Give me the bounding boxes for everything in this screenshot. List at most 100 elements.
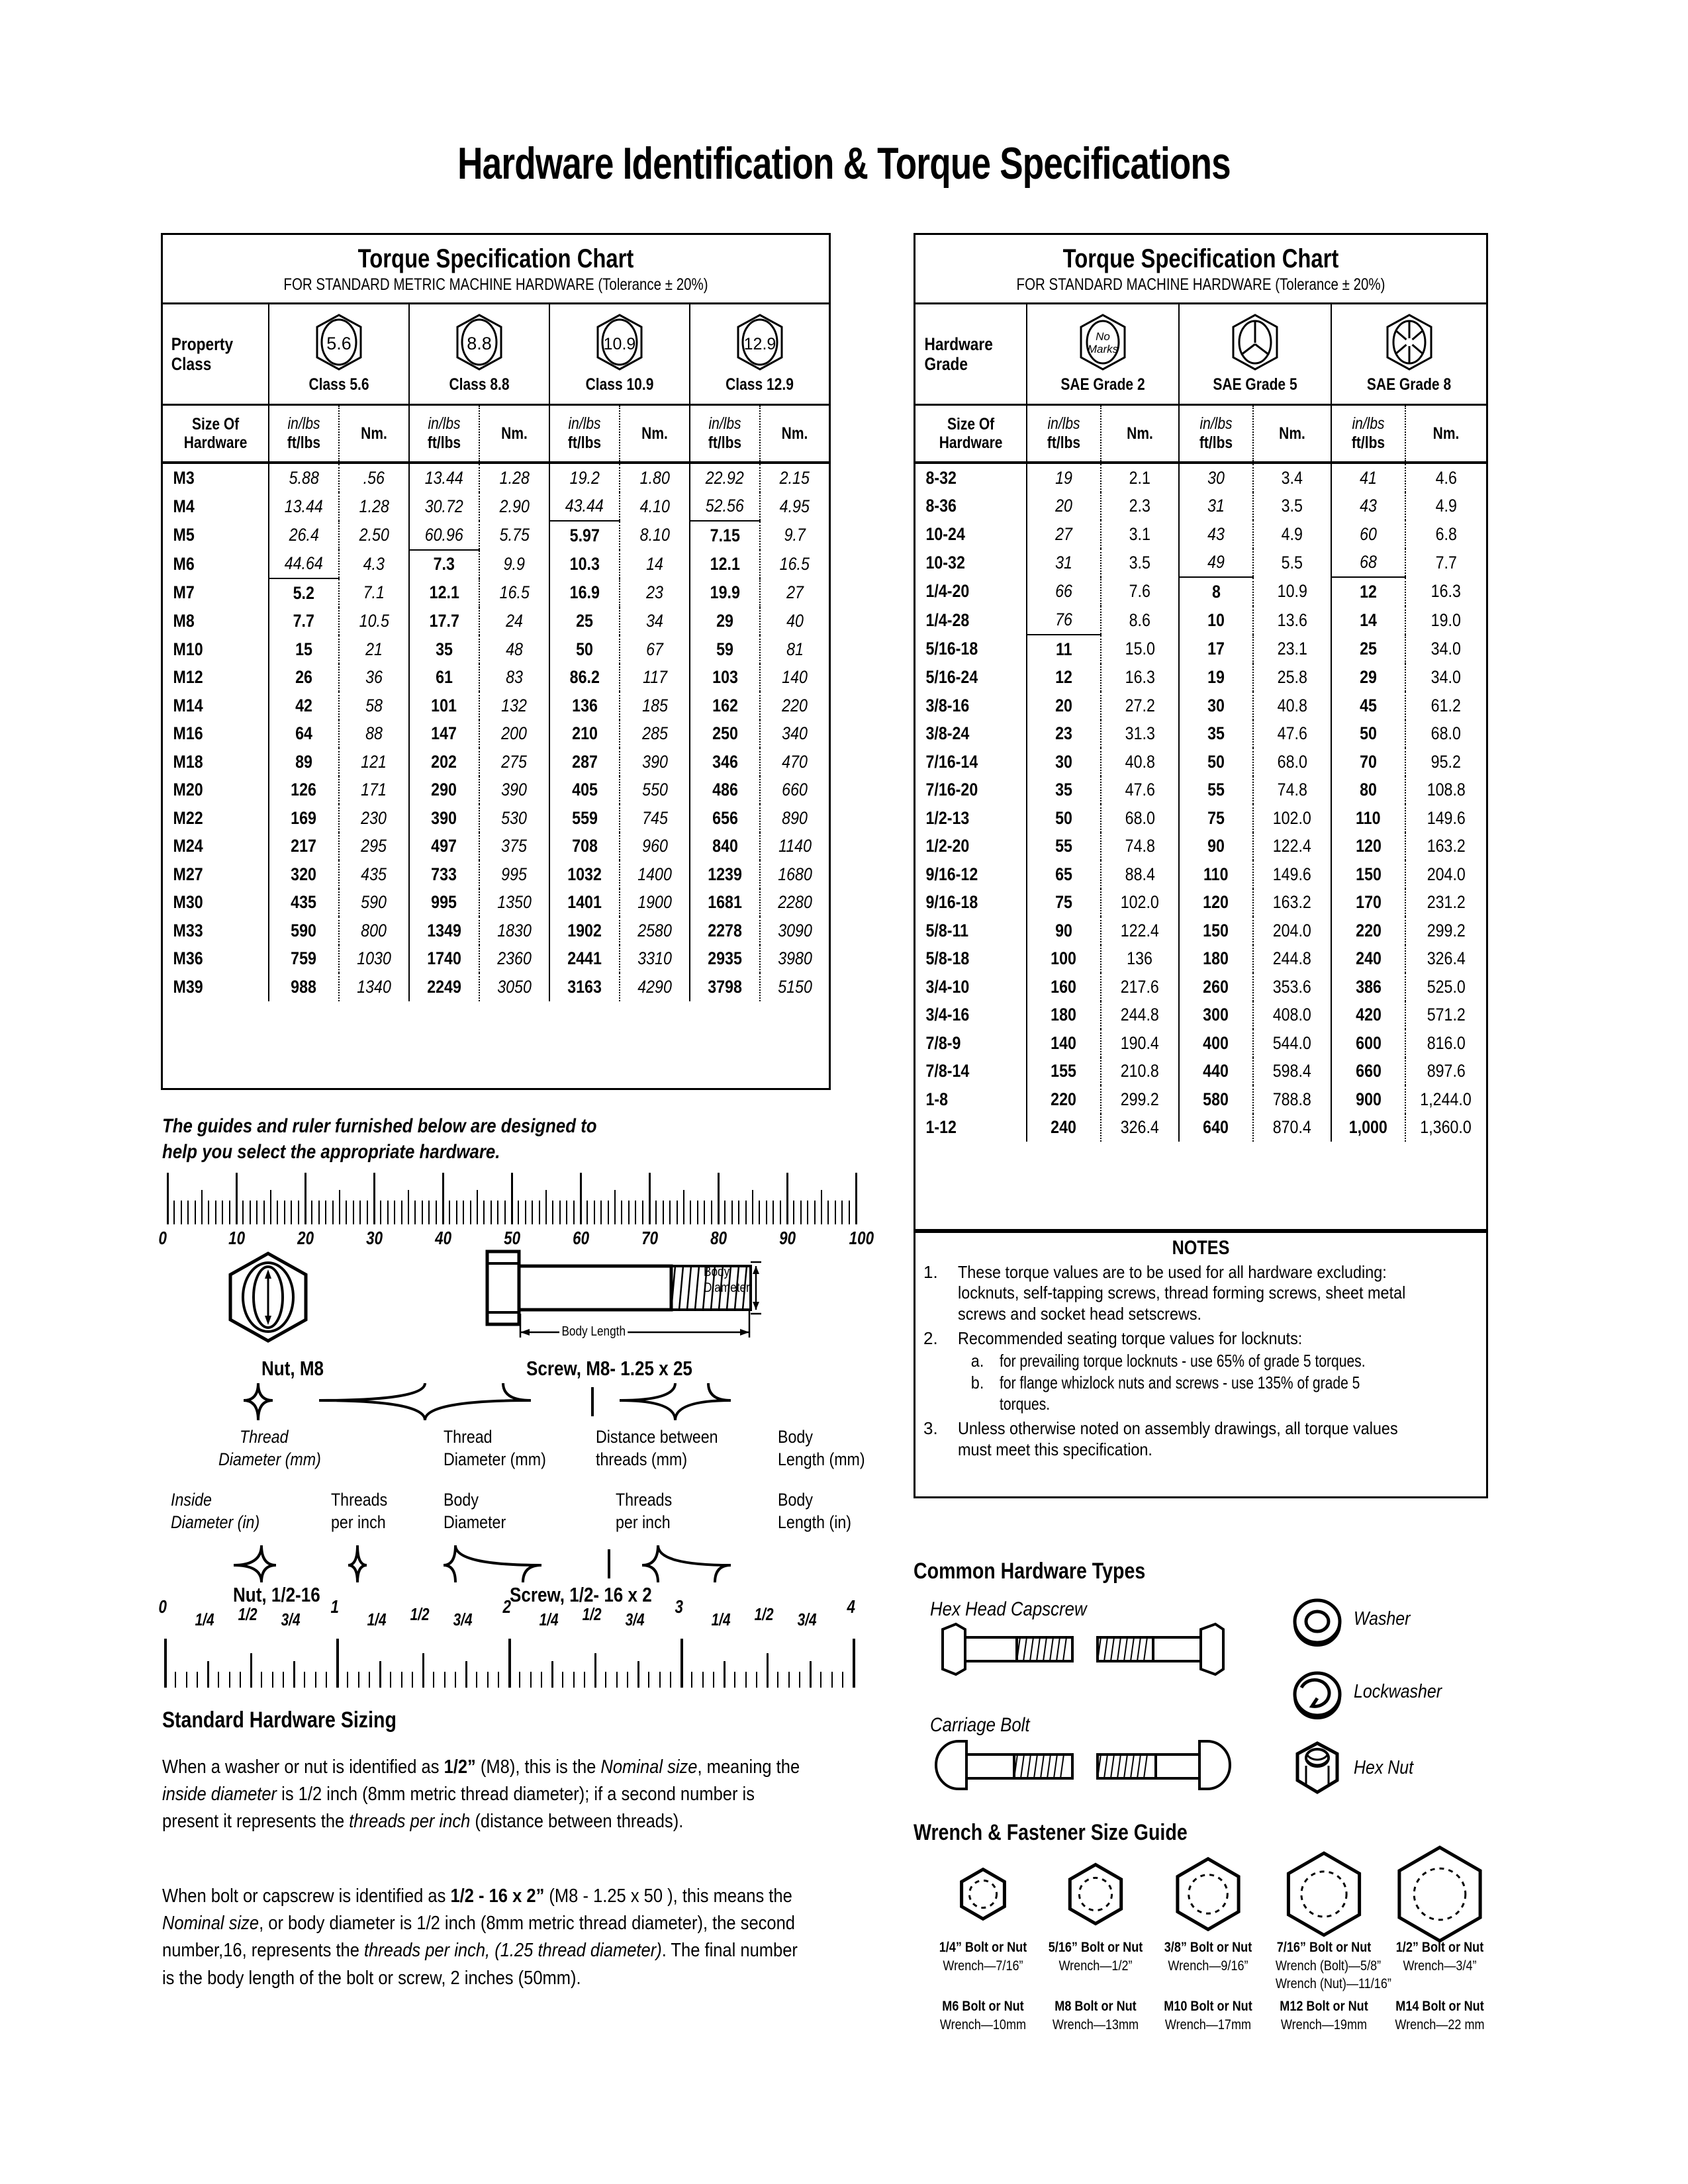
torque-value: 600 — [1331, 1029, 1406, 1058]
nm-value: 210.8 — [1100, 1057, 1180, 1085]
imperial-wrench: Wrench (Bolt)—5/8” — [1275, 1958, 1382, 1974]
table-row: M6 44.64 4.3 7.3 9.9 10.3 14 12.1 16.5 — [163, 549, 829, 579]
torque-value: 30.72 — [408, 492, 480, 521]
row-size: 1-8 — [925, 1089, 949, 1109]
ruler-tick — [373, 1173, 375, 1224]
ruler-tick — [236, 1173, 238, 1224]
torque-value: 55 — [1178, 776, 1254, 804]
nm-value: 4290 — [619, 973, 690, 1001]
ruler-tick — [325, 1672, 327, 1688]
ruler-tick — [738, 1201, 740, 1224]
note-subtext: for flange whizlock nuts and screws - us… — [1000, 1373, 1360, 1414]
grade-name-2: Class 10.9 — [585, 375, 654, 394]
unit-nm-3: Nm. — [759, 404, 829, 463]
row-size: 1/2-13 — [925, 807, 970, 828]
ruler-label-minor: 1/2 — [410, 1604, 430, 1624]
sae-chart-title: Torque Specification Chart — [1062, 244, 1339, 273]
imperial-size: 1/4” Bolt or Nut — [939, 1940, 1027, 1955]
ruler-tick — [173, 1201, 175, 1224]
torque-value: 25 — [549, 607, 620, 635]
metric-size: M14 Bolt or Nut — [1395, 1999, 1484, 2014]
table-row: M22 169 230 390 530 559 745 656 890 — [163, 804, 829, 833]
ruler-tick — [239, 1672, 241, 1688]
torque-value: 50 — [1331, 719, 1406, 748]
ruler-tick — [380, 1201, 382, 1224]
ruler-tick — [194, 1201, 196, 1224]
metric-wrench: Wrench—22 mm — [1395, 2017, 1485, 2032]
guides-blurb-line2: help you select the appropriate hardware… — [162, 1141, 500, 1163]
ruler-tick — [767, 1653, 769, 1688]
row-size: M12 — [173, 667, 203, 688]
ruler-tick — [807, 1201, 809, 1224]
nm-value: 10.9 — [1252, 577, 1332, 606]
grade-name-2: SAE Grade 8 — [1366, 375, 1452, 394]
ruler-label-major: 2 — [502, 1596, 512, 1617]
table-row: M30 435 590 995 1350 1401 1900 1681 2280 — [163, 888, 829, 917]
torque-value: 120 — [1178, 888, 1254, 917]
hardware-types-heading: Common Hardware Types — [914, 1559, 1146, 1584]
torque-value: 390 — [408, 804, 480, 833]
nm-value: 870.4 — [1252, 1113, 1332, 1142]
ruler-tick — [504, 1201, 506, 1224]
ruler-tick — [483, 1201, 485, 1224]
note-item: 2. Recommended seating torque values for … — [915, 1328, 1477, 1414]
nm-value: 285 — [619, 719, 690, 748]
row-size: 8-32 — [915, 461, 1011, 492]
torque-value: 13.44 — [268, 492, 339, 521]
ruler-tick — [390, 1672, 392, 1688]
torque-value: 405 — [549, 776, 620, 804]
nm-value: 47.6 — [1100, 776, 1180, 804]
ruler-label: 80 — [710, 1228, 727, 1248]
torque-value: 22.92 — [689, 461, 761, 492]
ruler-tick — [175, 1672, 177, 1688]
torque-value: 8 — [1178, 577, 1254, 606]
table-row: 5/16-18 11 15.0 17 23.1 25 34.0 — [915, 635, 1487, 664]
grade-header-row: Property Class 5.6 Class 5.6 8.8 Class 8… — [163, 304, 829, 405]
nm-value: 571.2 — [1405, 1001, 1487, 1029]
table-row: M18 89 121 202 275 287 390 346 470 — [163, 748, 829, 776]
nm-value: 2.1 — [1100, 461, 1180, 492]
ruler-tick — [277, 1201, 279, 1224]
ruler-tick — [834, 1201, 836, 1224]
row-size: 9/16-18 — [925, 892, 978, 913]
imperial-wrench: Wrench—9/16” — [1168, 1958, 1248, 1974]
nm-value: 31.3 — [1100, 719, 1180, 748]
ruler-tick — [573, 1672, 575, 1688]
row-size: 7/8-9 — [925, 1032, 961, 1053]
wrench-imperial-labels: 1/2” Bolt or Nut Wrench—3/4” — [1391, 1938, 1488, 1975]
nm-value: 3980 — [759, 944, 829, 973]
ruler-tick — [580, 1173, 582, 1224]
ruler-tick — [454, 1672, 456, 1688]
ruler-tick — [228, 1201, 230, 1224]
ruler-tick — [394, 1201, 396, 1224]
nm-value: 19.0 — [1405, 606, 1487, 635]
table-row: 5/8-18 100 136 180 244.8 240 326.4 — [915, 944, 1487, 973]
torque-value: 759 — [268, 944, 339, 973]
nm-value: 3.5 — [1252, 492, 1332, 520]
nm-value: 14 — [619, 549, 690, 578]
wrench-imperial-labels: 7/16” Bolt or Nut Wrench (Bolt)—5/8” Wrenc… — [1275, 1938, 1391, 1993]
torque-value: 65 — [1026, 860, 1101, 889]
row-size: 3/4-16 — [925, 1005, 970, 1025]
ruler-tick — [655, 1201, 657, 1224]
hex-fastener-icon — [1068, 1862, 1123, 1926]
ruler-tick — [540, 1672, 542, 1688]
nm-value: 299.2 — [1100, 1085, 1180, 1114]
ruler-tick — [497, 1672, 499, 1688]
torque-value: 2278 — [689, 917, 761, 945]
nm-value: 7.1 — [338, 578, 410, 608]
nm-value: 204.0 — [1405, 860, 1487, 889]
nm-value: 163.2 — [1252, 888, 1332, 917]
lockwasher-label: Lockwasher — [1354, 1681, 1442, 1702]
ruler-tick — [207, 1661, 209, 1688]
row-size: M22 — [173, 807, 203, 828]
nm-value: 299.2 — [1405, 917, 1487, 945]
nm-value: 9.7 — [759, 521, 829, 550]
ruler-tick — [167, 1173, 169, 1224]
nm-value: 1030 — [338, 944, 410, 973]
ruler-tick — [573, 1201, 575, 1224]
nm-value: 7.6 — [1100, 577, 1180, 606]
torque-value: 400 — [1178, 1029, 1254, 1058]
ruler-tick — [297, 1201, 299, 1224]
table-row: 7/8-14 155 210.8 440 598.4 660 897.6 — [915, 1057, 1487, 1085]
